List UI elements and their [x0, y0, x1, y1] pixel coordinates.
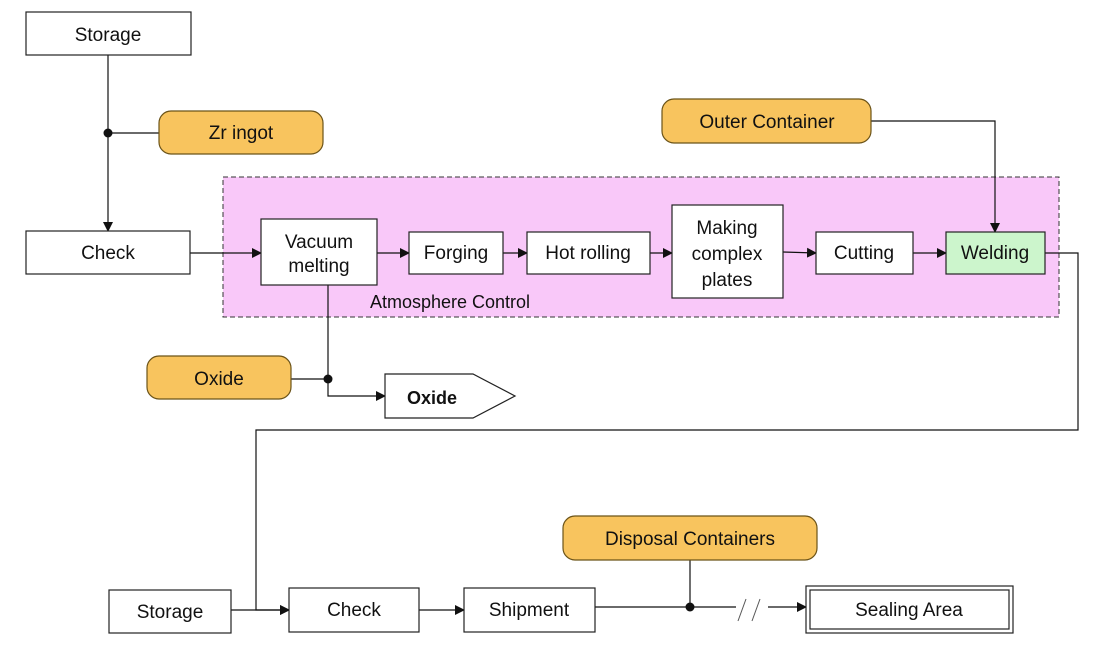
junction-dot [685, 602, 695, 612]
svg-text:Forging: Forging [424, 243, 488, 264]
junction-dot [323, 374, 333, 384]
svg-text:Shipment: Shipment [489, 600, 570, 621]
node-making-complex-plates: Making complex plates [671, 204, 784, 299]
node-forging: Forging [408, 231, 504, 275]
node-welding: Welding [945, 231, 1046, 275]
node-vacuum-melting: Vacuum melting [260, 218, 378, 286]
svg-text:Check: Check [327, 600, 381, 621]
atmosphere-control-label: Atmosphere Control [370, 292, 530, 312]
node-cutting: Cutting [815, 231, 914, 275]
node-outer-container: Outer Container [661, 98, 872, 144]
svg-text:complex: complex [692, 244, 763, 265]
process-flow-diagram: Atmosphere Control Storage Zr ingot Chec… [25, 11, 1079, 634]
node-oxide-input: Oxide [146, 355, 292, 400]
node-shipment: Shipment [463, 587, 596, 633]
svg-text:Check: Check [81, 243, 135, 264]
svg-text:Sealing Area: Sealing Area [855, 600, 963, 621]
svg-text:Oxide: Oxide [407, 388, 457, 408]
node-storage-bottom: Storage [108, 589, 232, 634]
svg-text:Vacuum: Vacuum [285, 232, 353, 253]
svg-text:Making: Making [696, 218, 757, 239]
node-check-top: Check [25, 230, 191, 275]
node-disposal-containers: Disposal Containers [562, 515, 818, 561]
svg-text:Outer Container: Outer Container [699, 112, 835, 133]
node-check-bottom: Check [288, 587, 420, 633]
svg-text:plates: plates [702, 270, 753, 291]
svg-text:Cutting: Cutting [834, 243, 894, 264]
node-hot-rolling: Hot rolling [526, 231, 651, 275]
svg-text:Zr ingot: Zr ingot [209, 123, 274, 144]
svg-text:Welding: Welding [961, 243, 1029, 264]
junction-dot [103, 128, 113, 138]
node-storage-top: Storage [25, 11, 192, 56]
svg-text:Storage: Storage [137, 602, 204, 623]
node-sealing-area: Sealing Area [805, 585, 1014, 634]
svg-text:Oxide: Oxide [194, 369, 244, 390]
node-zr-ingot: Zr ingot [158, 110, 324, 155]
node-oxide-output: Oxide [384, 373, 517, 419]
svg-text:Hot rolling: Hot rolling [545, 243, 631, 264]
svg-text:Storage: Storage [75, 25, 142, 46]
svg-text:Disposal Containers: Disposal Containers [605, 529, 775, 550]
svg-text:melting: melting [288, 256, 349, 277]
